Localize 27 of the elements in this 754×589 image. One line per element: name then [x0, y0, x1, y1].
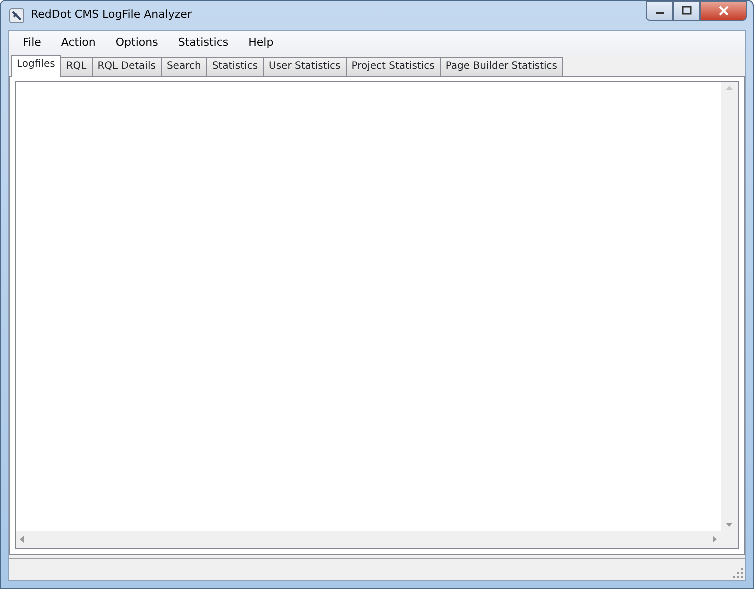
resize-grip-icon[interactable] [733, 568, 743, 578]
scroll-down-icon[interactable] [726, 523, 733, 527]
close-icon [718, 6, 730, 16]
tab[interactable]: Page Builder Statistics [440, 57, 564, 76]
menu-item[interactable]: Statistics [168, 34, 239, 52]
maximize-button[interactable] [673, 1, 700, 21]
window-title: RedDot CMS LogFile Analyzer [31, 7, 192, 24]
menu-item[interactable]: Action [51, 34, 106, 52]
menu-item[interactable]: File [13, 34, 52, 52]
horizontal-scrollbar[interactable] [16, 531, 721, 548]
tab[interactable]: Project Statistics [346, 57, 441, 76]
tab[interactable]: Statistics [206, 57, 264, 76]
tab[interactable]: RQL Details [92, 57, 162, 76]
scroll-up-icon[interactable] [726, 86, 733, 90]
maximize-icon [682, 6, 692, 16]
scroll-left-icon[interactable] [20, 536, 24, 543]
minimize-button[interactable] [646, 1, 673, 21]
vertical-scrollbar[interactable] [721, 82, 738, 531]
tab[interactable]: RQL [60, 57, 93, 76]
tab[interactable]: Search [160, 57, 208, 76]
close-button[interactable] [700, 1, 747, 21]
app-icon [9, 8, 25, 24]
tab[interactable]: User Statistics [263, 57, 347, 76]
tab[interactable]: Logfiles [11, 55, 62, 77]
menu-item[interactable]: Options [106, 34, 168, 52]
menu-item[interactable]: Help [238, 34, 284, 52]
scroll-right-icon[interactable] [713, 536, 717, 543]
